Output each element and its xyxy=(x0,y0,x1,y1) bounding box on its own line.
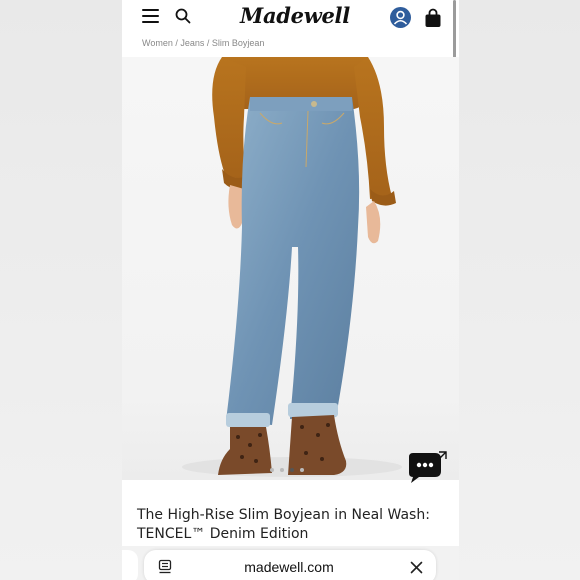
hamburger-menu-icon[interactable] xyxy=(142,9,159,23)
reader-mode-icon[interactable] xyxy=(158,559,173,575)
chat-bubble-icon[interactable] xyxy=(405,451,447,484)
browser-url-bar: madewell.com xyxy=(122,546,459,580)
site-logo[interactable]: Madewell xyxy=(240,3,350,28)
close-icon[interactable] xyxy=(410,561,423,574)
search-icon[interactable] xyxy=(175,8,191,24)
account-icon[interactable] xyxy=(390,7,411,28)
product-photo[interactable] xyxy=(122,57,459,480)
breadcrumb-text[interactable]: Women / Jeans / Slim Boyjean xyxy=(142,38,264,48)
product-title: The High-Rise Slim Boyjean in Neal Wash:… xyxy=(137,507,430,542)
breadcrumb: Women / Jeans / Slim Boyjean xyxy=(122,36,459,56)
background-left xyxy=(0,0,122,580)
url-text[interactable]: madewell.com xyxy=(214,559,364,575)
phone-screen: Madewell Women / Jeans / Slim Boyjean Th… xyxy=(122,0,459,580)
previous-tab-chip[interactable] xyxy=(122,550,138,580)
product-photo-illustration xyxy=(182,57,402,477)
address-field[interactable]: madewell.com xyxy=(144,550,436,580)
site-header: Madewell xyxy=(122,0,459,36)
shopping-bag-icon[interactable] xyxy=(424,8,442,28)
background-right xyxy=(459,0,580,580)
